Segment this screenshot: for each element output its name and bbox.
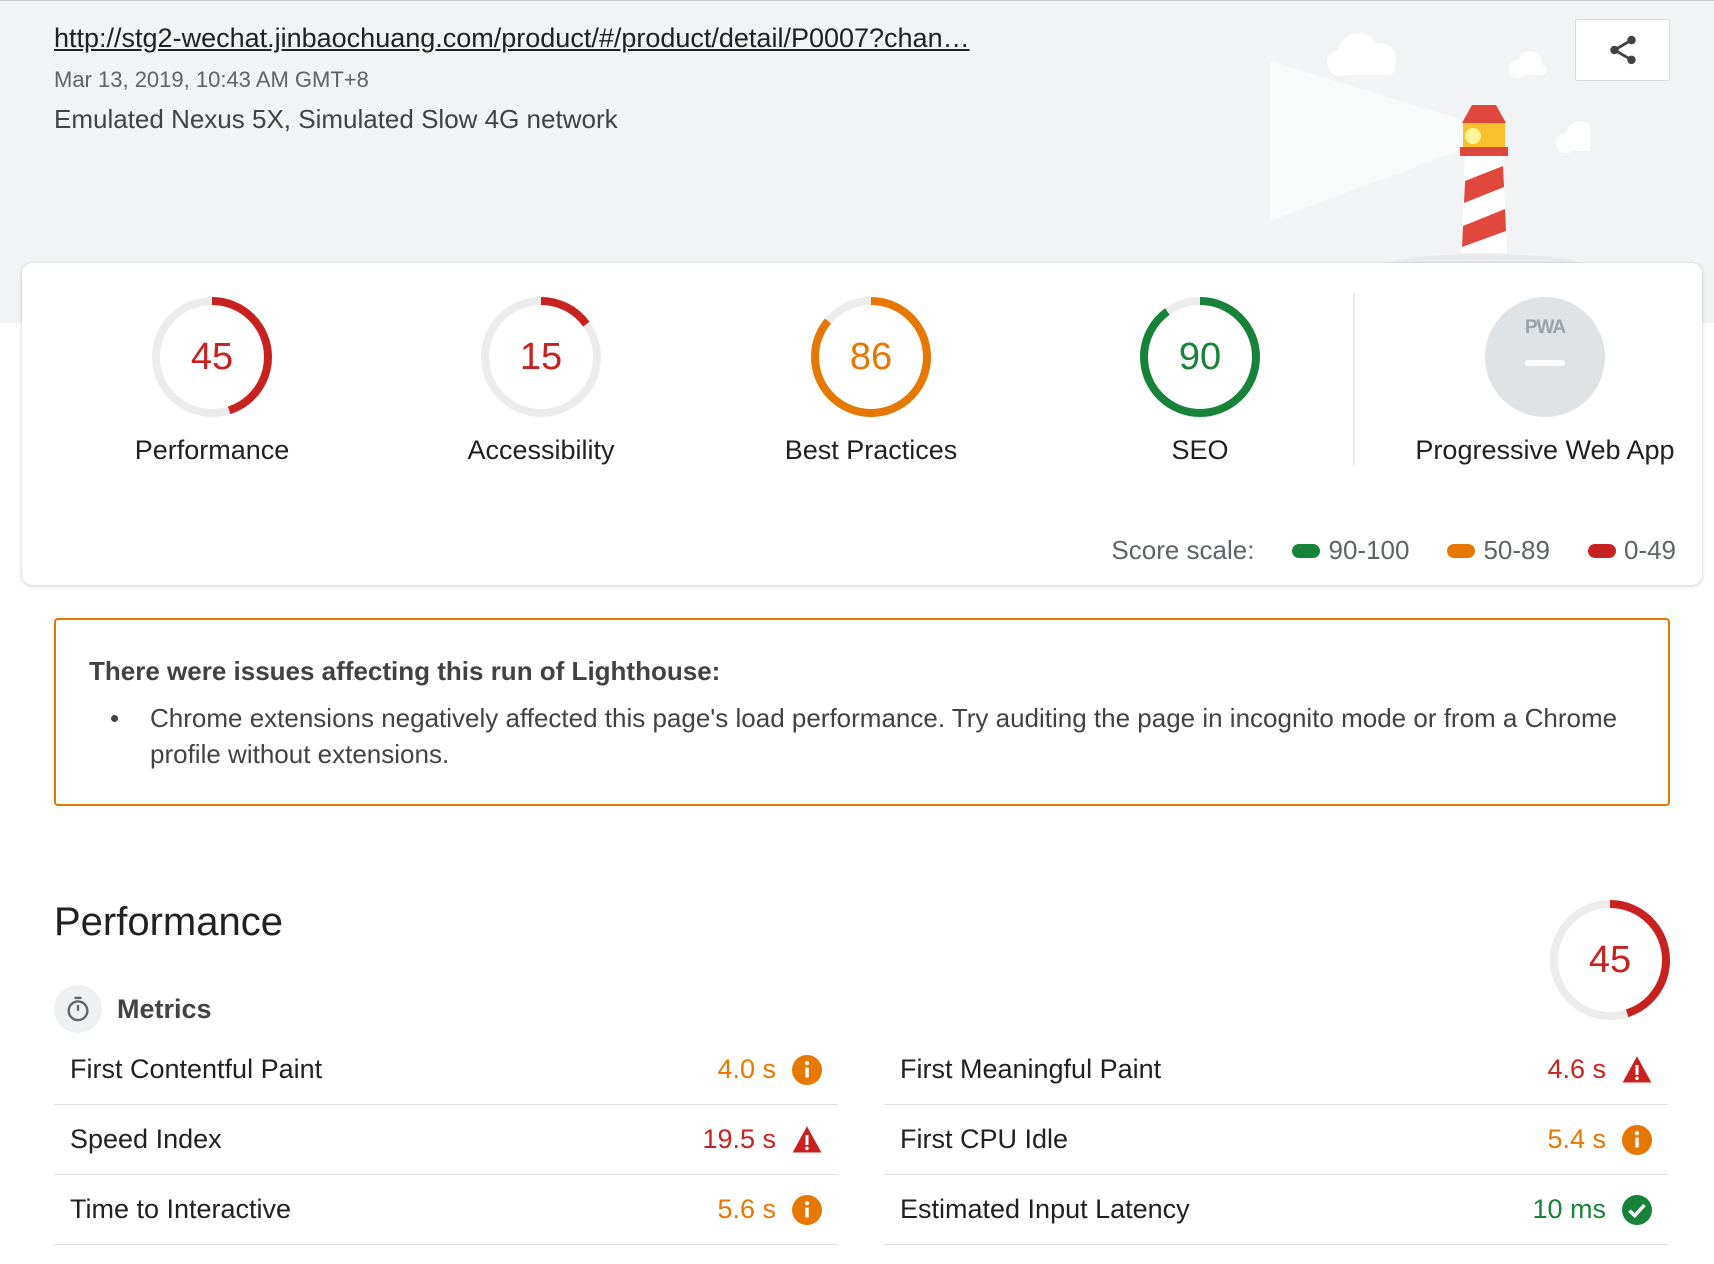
gauge-accessibility[interactable]: 15 Accessibility	[416, 297, 666, 466]
lighthouse-illustration	[1270, 33, 1590, 266]
performance-section-title: Performance	[54, 900, 283, 944]
gauge-best-practices[interactable]: 86 Best Practices	[746, 297, 996, 466]
metrics-label: Metrics	[117, 993, 212, 1024]
performance-section-gauge: 45	[1550, 900, 1670, 1020]
gauge-best-practices-ring: 86	[811, 297, 931, 417]
gauge-seo[interactable]: 90 SEO	[1075, 297, 1325, 466]
environment-label: Emulated Nexus 5X, Simulated Slow 4G net…	[54, 104, 618, 134]
score-scale-average: 50-89	[1447, 535, 1550, 566]
bullet-icon: •	[110, 703, 120, 733]
gauge-seo-label: SEO	[1171, 435, 1229, 465]
metric-name: First Contentful Paint	[70, 1054, 323, 1084]
pwa-badge-text: PWA	[1524, 317, 1566, 338]
gauge-performance-label: Performance	[134, 435, 290, 465]
performance-section-score: 45	[1589, 939, 1631, 981]
info-icon	[792, 1195, 822, 1225]
metric-name: Speed Index	[70, 1124, 222, 1154]
metric-row: Time to Interactive 5.6 s	[54, 1175, 838, 1245]
pass-swatch	[1292, 543, 1321, 558]
gauge-divider	[1353, 293, 1355, 465]
pwa-dash	[1525, 360, 1565, 366]
score-scale-fail: 0-49	[1587, 535, 1676, 566]
warning-icon	[1622, 1055, 1652, 1085]
gauge-performance[interactable]: 45 Performance	[87, 297, 337, 466]
metric-row: First CPU Idle 5.4 s	[884, 1105, 1668, 1175]
share-button[interactable]	[1575, 19, 1670, 81]
metric-value: 5.4 s	[1547, 1124, 1606, 1154]
metric-value: 10 ms	[1532, 1194, 1606, 1224]
pwa-icon: PWA	[1485, 297, 1605, 417]
scores-summary-card: 45 Performance 15 Accessibility 86 Best …	[22, 263, 1702, 585]
metric-value: 4.0 s	[717, 1054, 776, 1084]
metric-row: Speed Index 19.5 s	[54, 1105, 838, 1175]
gauge-seo-ring: 90	[1140, 297, 1260, 417]
info-icon	[1622, 1125, 1652, 1155]
score-scale-average-range: 50-89	[1483, 535, 1550, 565]
metric-value: 19.5 s	[702, 1124, 776, 1154]
gauge-pwa-label: Progressive Web App	[1415, 435, 1675, 465]
metric-value: 5.6 s	[717, 1194, 776, 1224]
metric-name: Time to Interactive	[70, 1194, 292, 1224]
metric-row: Estimated Input Latency 10 ms	[884, 1175, 1668, 1245]
metric-name: Estimated Input Latency	[900, 1194, 1190, 1224]
score-scale-pass: 90-100	[1292, 535, 1409, 566]
warning-icon	[792, 1125, 822, 1155]
gauge-best-practices-value: 86	[850, 336, 892, 378]
metrics-header: Metrics	[54, 985, 212, 1033]
gauge-performance-value: 45	[191, 336, 233, 378]
gauge-seo-value: 90	[1179, 336, 1221, 378]
report-date: Mar 13, 2019, 10:43 AM GMT+8	[54, 67, 369, 92]
average-swatch	[1447, 543, 1476, 558]
run-warning-item: • Chrome extensions negatively affected …	[110, 700, 1692, 772]
metric-row: First Contentful Paint 4.0 s	[54, 1035, 838, 1105]
run-warnings-title: There were issues affecting this run of …	[89, 656, 721, 686]
run-warning-text: Chrome extensions negatively affected th…	[150, 703, 1618, 769]
score-scale-label: Score scale:	[1111, 535, 1255, 565]
fail-swatch	[1587, 543, 1616, 558]
gauge-accessibility-value: 15	[520, 336, 562, 378]
score-scale-pass-range: 90-100	[1328, 535, 1410, 565]
info-icon	[792, 1055, 822, 1085]
metric-name: First CPU Idle	[900, 1124, 1069, 1154]
score-scale-fail-range: 0-49	[1623, 535, 1676, 565]
gauge-pwa[interactable]: PWA Progressive Web App	[1395, 297, 1695, 466]
metric-row: First Meaningful Paint 4.6 s	[884, 1035, 1668, 1105]
check-icon	[1622, 1195, 1652, 1225]
report-url-link[interactable]: http://stg2-wechat.jinbaochuang.com/prod…	[54, 23, 970, 54]
metric-name: First Meaningful Paint	[900, 1054, 1162, 1084]
gauge-accessibility-ring: 15	[481, 297, 601, 417]
gauge-accessibility-label: Accessibility	[467, 435, 615, 465]
share-icon	[1609, 35, 1636, 65]
timer-icon	[54, 985, 102, 1033]
metric-value: 4.6 s	[1547, 1054, 1606, 1084]
score-scale: Score scale: 90-100 50-89 0-49	[1111, 535, 1676, 566]
gauge-best-practices-label: Best Practices	[784, 435, 958, 465]
run-warnings-box: There were issues affecting this run of …	[54, 618, 1670, 806]
gauge-performance-ring: 45	[152, 297, 272, 417]
